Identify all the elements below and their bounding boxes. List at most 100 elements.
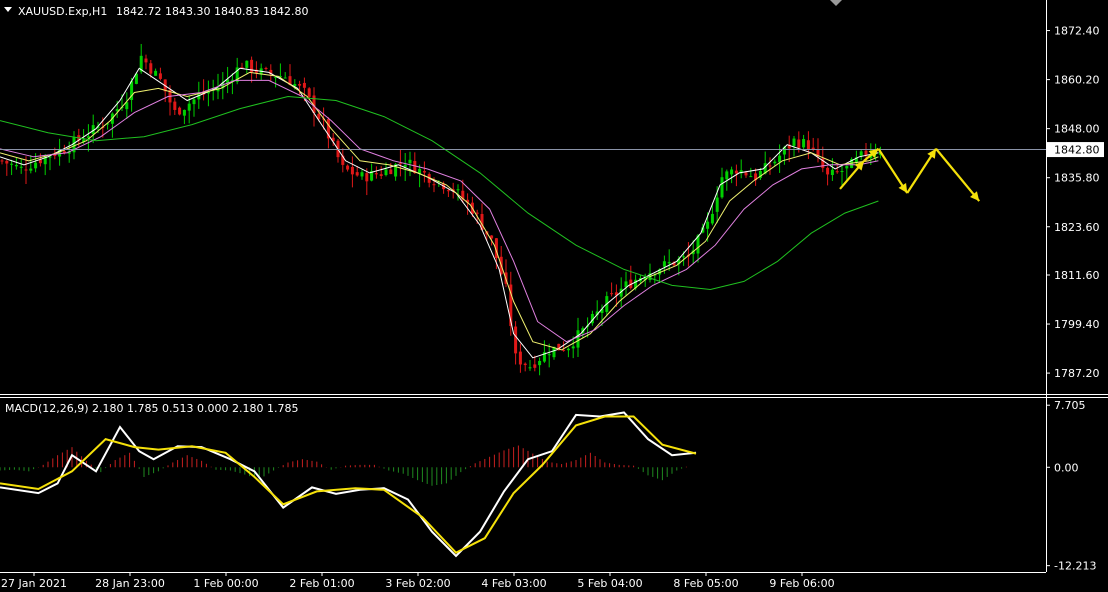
macd-tick-label: -12.213 <box>1054 560 1096 573</box>
candle-body <box>768 165 772 167</box>
candle-body <box>864 150 868 156</box>
candle-body <box>562 349 566 351</box>
candle-body <box>173 101 177 110</box>
candle-body <box>571 346 575 349</box>
time-tick-label: 1 Feb 00:00 <box>193 577 258 590</box>
candle-body <box>307 88 311 97</box>
candle-body <box>264 67 268 69</box>
candle-body <box>830 169 834 176</box>
candle-body <box>456 189 460 191</box>
candle-body <box>350 166 354 175</box>
time-tick-label: 2 Feb 01:00 <box>289 577 354 590</box>
candle-body <box>859 151 863 156</box>
candle-body <box>682 256 686 258</box>
candle-body <box>792 138 796 146</box>
candle-body <box>667 262 671 264</box>
price-tick-label: 1811.60 <box>1054 269 1100 282</box>
candle-body <box>730 169 734 175</box>
candle-body <box>566 348 570 351</box>
candle-body <box>192 99 196 105</box>
time-tick-label: 8 Feb 05:00 <box>673 577 738 590</box>
chart-svg: 1872.40 1860.20 1848.00 1835.80 1823.60 1811.… <box>0 0 1108 592</box>
candle-body <box>840 171 844 173</box>
candle-body <box>576 330 580 348</box>
time-tick-label: 3 Feb 02:00 <box>385 577 450 590</box>
macd-tick-label: 7.705 <box>1054 399 1086 412</box>
candle-body <box>797 139 801 148</box>
candle-body <box>806 140 810 150</box>
candle-body <box>446 190 450 192</box>
price-tick-label: 1799.40 <box>1054 318 1100 331</box>
candle-body <box>245 60 249 68</box>
candle-body <box>528 367 532 369</box>
candle-body <box>24 169 28 171</box>
candle-body <box>547 354 551 356</box>
price-tick-label: 1872.40 <box>1054 25 1100 38</box>
candle-body <box>518 351 522 365</box>
candle-body <box>662 261 666 267</box>
candle-body <box>379 174 383 176</box>
candle-body <box>610 293 614 295</box>
time-tick-label: 28 Jan 23:00 <box>95 577 165 590</box>
candle-body <box>374 173 378 175</box>
candle-body <box>154 70 158 76</box>
candle-body <box>422 171 426 173</box>
candle-body <box>538 360 542 366</box>
candle-body <box>835 171 839 173</box>
macd-header: MACD(12,26,9) 2.180 1.785 0.513 0.000 2.… <box>5 402 298 415</box>
candle-body <box>0 160 4 162</box>
candle-body <box>5 160 9 164</box>
candle-body <box>725 171 729 180</box>
candle-body <box>34 162 38 169</box>
candle-body <box>298 84 302 86</box>
symbol-header: XAUUSD.Exp,H1 <box>18 5 107 18</box>
candle-body <box>19 166 23 168</box>
current-price-label: 1842.80 <box>1054 144 1100 157</box>
candle-body <box>826 167 830 175</box>
candle-body <box>302 82 306 88</box>
candle-body <box>514 326 518 354</box>
candle-body <box>710 213 714 224</box>
candle-body <box>734 170 738 174</box>
candle-body <box>389 169 393 175</box>
price-tick-label: 1823.60 <box>1054 221 1100 234</box>
candle-body <box>778 155 782 163</box>
candle-body <box>398 163 402 165</box>
time-tick-label: 4 Feb 03:00 <box>481 577 546 590</box>
time-tick-label: 5 Feb 04:00 <box>577 577 642 590</box>
candle-body <box>10 163 14 165</box>
candle-body <box>706 221 710 229</box>
candle-body <box>14 164 18 167</box>
macd-tick-label: 0.00 <box>1054 461 1079 474</box>
candle-body <box>408 159 412 164</box>
candle-body <box>845 166 849 169</box>
candle-body <box>355 172 359 176</box>
price-tick-label: 1860.20 <box>1054 74 1100 87</box>
candle-body <box>158 73 162 79</box>
candle-body <box>346 165 350 170</box>
candle-body <box>149 63 153 74</box>
price-tick-label: 1787.20 <box>1054 367 1100 380</box>
candle-body <box>715 197 719 212</box>
candle-body <box>749 176 753 178</box>
candle-body <box>432 184 436 186</box>
time-tick-label: 9 Feb 06:00 <box>769 577 834 590</box>
candle-body <box>523 363 527 366</box>
candle-body <box>29 168 33 171</box>
candle-body <box>533 364 537 368</box>
candle-body <box>182 109 186 116</box>
candle-body <box>773 161 777 164</box>
candle-body <box>720 177 724 198</box>
candle-body <box>187 103 191 111</box>
time-tick-label: 27 Jan 2021 <box>1 577 67 590</box>
ohlc-header: 1842.72 1843.30 1840.83 1842.80 <box>116 5 308 18</box>
price-tick-label: 1835.80 <box>1054 172 1100 185</box>
candle-body <box>744 172 748 176</box>
candle-body <box>360 172 364 177</box>
candle-body <box>802 139 806 148</box>
candle-body <box>384 169 388 176</box>
candle-body <box>365 173 369 182</box>
candle-body <box>144 58 148 63</box>
candle-body <box>475 212 479 214</box>
candle-body <box>178 107 182 115</box>
